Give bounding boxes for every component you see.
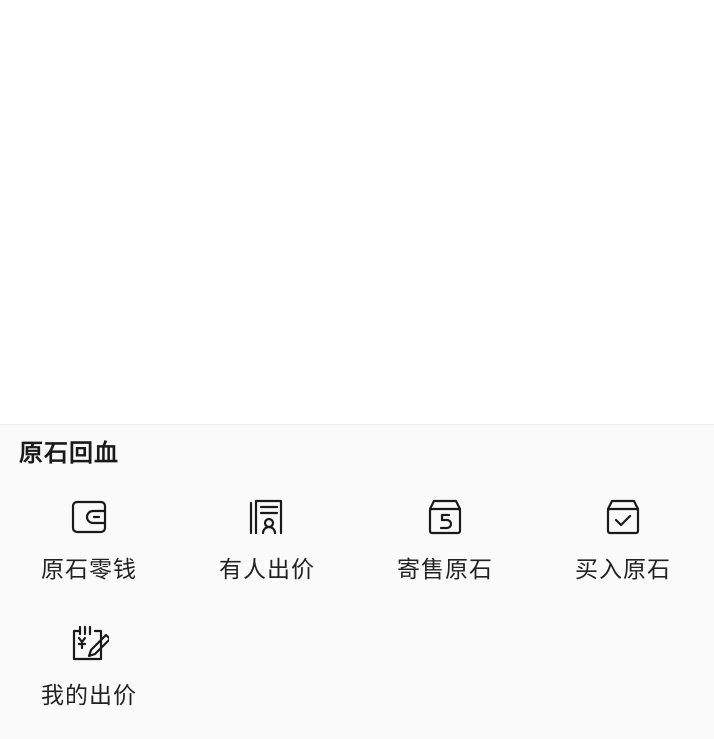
wallet-icon — [67, 495, 111, 539]
edit-notepad-icon — [67, 621, 111, 665]
menu-item-label: 原石零钱 — [41, 557, 137, 583]
blank-header-area — [0, 0, 714, 424]
menu-item-my-offers[interactable]: 我的出价 — [0, 621, 178, 721]
menu-item-consign-yuanshi[interactable]: 寄售原石 — [356, 495, 534, 595]
check-box-icon — [601, 495, 645, 539]
menu-item-label: 有人出价 — [219, 557, 315, 583]
menu-item-offers-received[interactable]: 有人出价 — [178, 495, 356, 595]
return-box-icon — [423, 495, 467, 539]
section-title: 原石回血 — [19, 439, 119, 467]
yuanshi-panel: 原石回血 原石零钱 有人出价 寄售原石 买入原石 我的出价 — [0, 424, 714, 739]
menu-item-label: 寄售原石 — [397, 557, 493, 583]
menu-item-label: 买入原石 — [575, 557, 671, 583]
menu-item-yuanshi-change[interactable]: 原石零钱 — [0, 495, 178, 595]
offer-document-icon — [245, 495, 289, 539]
menu-item-label: 我的出价 — [41, 683, 137, 709]
menu-item-buy-yuanshi[interactable]: 买入原石 — [534, 495, 712, 595]
